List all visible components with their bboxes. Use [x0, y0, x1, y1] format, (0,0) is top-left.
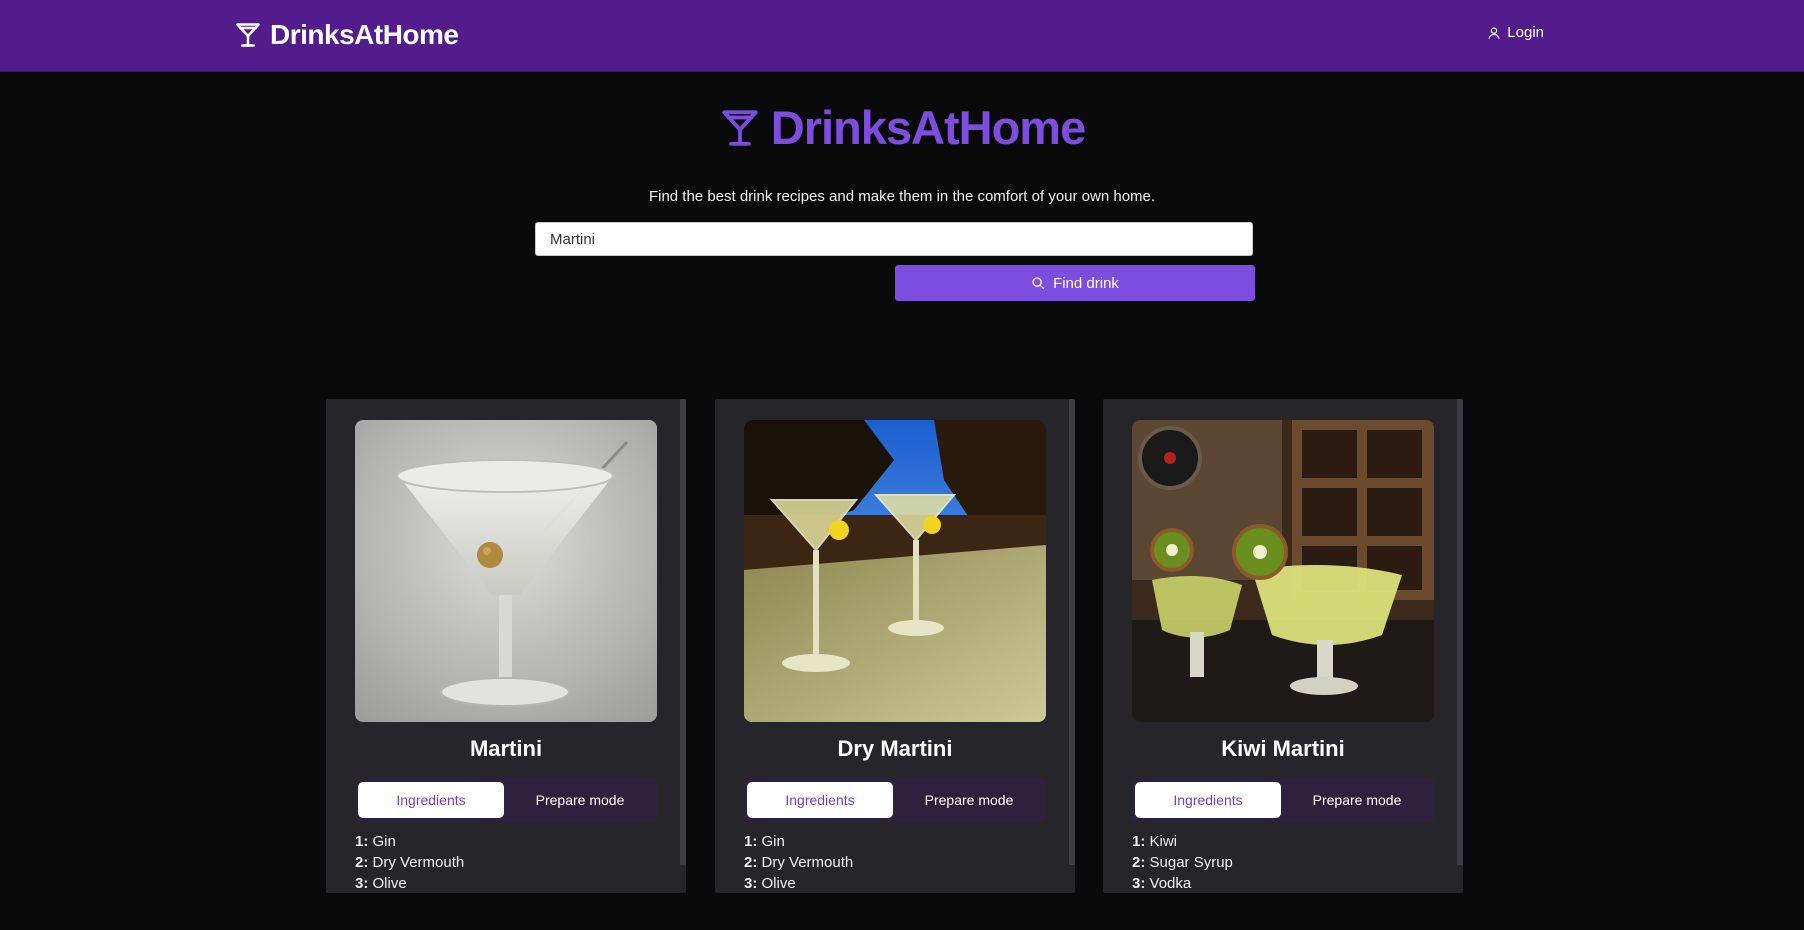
- card-scrollbar[interactable]: [1457, 399, 1463, 865]
- drink-photo: [355, 420, 657, 722]
- list-item: 3: Olive: [355, 875, 407, 892]
- find-drink-label: Find drink: [1053, 274, 1119, 292]
- user-icon: [1488, 26, 1500, 39]
- tagline: Find the best drink recipes and make the…: [648, 188, 1156, 205]
- drink-card: Dry Martini Ingredients Prepare mode 1: …: [715, 399, 1075, 893]
- drink-name: Kiwi Martini: [1221, 736, 1345, 761]
- tab-ingredients[interactable]: Ingredients: [1135, 782, 1281, 818]
- search-input[interactable]: [535, 222, 1253, 256]
- drink-card: Kiwi Martini Ingredients Prepare mode 1:…: [1103, 399, 1463, 893]
- ingredient-list: 1: Gin 2: Dry Vermouth 3: Olive: [355, 831, 464, 893]
- list-item: 3: Vodka: [1132, 875, 1192, 892]
- list-item: 2: Dry Vermouth: [355, 854, 465, 871]
- martini-photo: [355, 420, 657, 722]
- hero-title-text: DrinksAtHome: [770, 101, 1086, 154]
- brand-link[interactable]: DrinksAtHome: [234, 17, 459, 53]
- login-link[interactable]: Login: [1487, 24, 1544, 41]
- list-item: 1: Gin: [744, 833, 785, 850]
- login-label: Login: [1507, 24, 1544, 41]
- drink-name: Dry Martini: [837, 736, 953, 761]
- kiwi-martini-photo: [1132, 420, 1434, 722]
- list-item: 1: Kiwi: [1132, 833, 1178, 850]
- list-item: 2: Sugar Syrup: [1132, 854, 1233, 871]
- dry-martini-photo: [744, 420, 1046, 722]
- drink-card: Martini Ingredients Prepare mode 1: Gin …: [326, 399, 686, 893]
- find-drink-button[interactable]: Find drink: [895, 265, 1255, 301]
- tab-prepare-mode[interactable]: Prepare mode: [1284, 782, 1430, 818]
- drink-photo: [744, 420, 1046, 722]
- ingredient-list: 1: Kiwi 2: Sugar Syrup 3: Vodka: [1132, 831, 1233, 893]
- card-scrollbar[interactable]: [680, 399, 686, 865]
- card-scrollbar[interactable]: [1069, 399, 1075, 865]
- results-grid: Martini Ingredients Prepare mode 1: Gin …: [0, 399, 1804, 894]
- list-item: 2: Dry Vermouth: [744, 854, 854, 871]
- card-tabs: Ingredients Prepare mode: [1132, 778, 1434, 822]
- top-navbar: DrinksAtHome Login: [0, 0, 1804, 72]
- tab-ingredients[interactable]: Ingredients: [358, 782, 504, 818]
- tab-prepare-mode[interactable]: Prepare mode: [896, 782, 1042, 818]
- drink-photo: [1132, 420, 1434, 722]
- list-item: 1: Gin: [355, 833, 396, 850]
- martini-glass-icon: [722, 109, 758, 146]
- tab-prepare-mode[interactable]: Prepare mode: [507, 782, 653, 818]
- martini-glass-icon: [236, 23, 260, 47]
- card-tabs: Ingredients Prepare mode: [744, 778, 1046, 822]
- tab-ingredients[interactable]: Ingredients: [747, 782, 893, 818]
- ingredient-list: 1: Gin 2: Dry Vermouth 3: Olive: [744, 831, 853, 893]
- brand-name: DrinksAtHome: [270, 19, 459, 50]
- drink-name: Martini: [469, 736, 543, 761]
- card-tabs: Ingredients Prepare mode: [355, 778, 657, 822]
- search-icon: [1032, 277, 1044, 289]
- list-item: 3: Olive: [744, 875, 796, 892]
- hero-title: DrinksAtHome: [0, 100, 1804, 155]
